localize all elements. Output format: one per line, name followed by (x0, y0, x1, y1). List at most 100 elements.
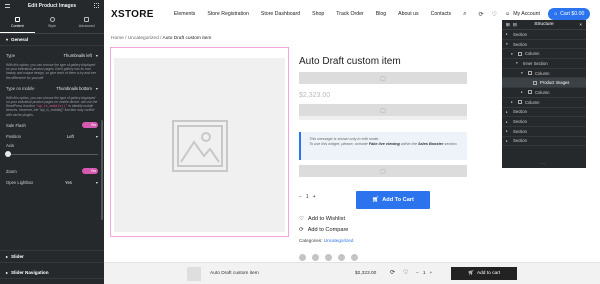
zoom-row: Zoom Yes (0, 166, 104, 177)
quantity-decrease-button[interactable]: − (299, 194, 302, 200)
position-select[interactable]: Left ▾ (67, 134, 98, 139)
product-image-placeholder[interactable] (114, 58, 285, 232)
navigator-item[interactable]: Product Images (502, 78, 586, 89)
navigator-item-label: Section (513, 41, 527, 47)
compare-icon[interactable]: ⟳ (390, 269, 395, 276)
sticky-product-thumbnail (187, 267, 201, 281)
nav-item-about-us[interactable]: About us (398, 11, 418, 17)
tab-content[interactable]: Content (0, 12, 35, 33)
navigator-item[interactable]: ▾ Column (502, 49, 586, 60)
add-to-cart-button[interactable]: 🛒︎ Add To Cart (356, 191, 430, 209)
section-slider-toggle[interactable]: ▸ Slider (0, 250, 104, 263)
compare-icon: ⟳ (299, 227, 304, 233)
navigator-item[interactable]: ▸ Column (502, 88, 586, 98)
caret-right-icon[interactable]: ▸ (506, 110, 510, 114)
axis-slider[interactable] (5, 150, 98, 158)
caret-right-icon: ▸ (6, 270, 9, 275)
navigator-item[interactable]: ▸ Section (502, 127, 586, 137)
caret-right-icon[interactable]: ▸ (521, 90, 525, 94)
vk-icon[interactable] (325, 254, 332, 261)
collapse-all-icon[interactable]: ⊟ (513, 22, 517, 28)
caret-down-icon: ▾ (6, 37, 9, 42)
caret-right-icon[interactable]: ▸ (511, 100, 515, 104)
navigator-item[interactable]: ▾ Column (502, 69, 586, 79)
navigator-item[interactable]: ▾ Inner Section (502, 59, 586, 69)
nav-item-contacts[interactable]: Contacts (431, 11, 451, 17)
category-link[interactable]: Uncategorized (324, 238, 354, 243)
nav-item-store-registration[interactable]: Store Registration (207, 11, 249, 17)
quantity-decrease-button[interactable]: − (416, 271, 419, 276)
caret-down-icon[interactable]: ▾ (516, 61, 520, 65)
nav-item-track-order[interactable]: Track Order (336, 11, 363, 17)
add-to-compare-link[interactable]: ⟳ Add to Compare (299, 227, 348, 233)
navigator-item[interactable]: ▸ Section (502, 117, 586, 127)
sticky-quantity-value[interactable]: 1 (423, 271, 426, 276)
add-to-wishlist-link[interactable]: ♡ Add to Wishlist (299, 216, 345, 222)
caret-right-icon[interactable]: ▸ (506, 139, 510, 143)
caret-right-icon[interactable]: ▸ (506, 120, 510, 124)
quantity-increase-button[interactable]: + (313, 194, 316, 200)
quantity-value[interactable]: 1 (306, 194, 309, 200)
navigator-item-label: Column (535, 70, 550, 76)
site-logo[interactable]: XSTORE (111, 9, 154, 20)
compare-icon[interactable]: ⟳ (478, 11, 483, 18)
quantity-stepper[interactable]: − 1 + (299, 194, 316, 200)
tab-style-label: Style (48, 24, 56, 28)
type-select[interactable]: Thumbnails left ▾ (63, 53, 98, 58)
nav-item-shop[interactable]: Shop (312, 11, 324, 17)
wishlist-icon[interactable]: ♡ (492, 11, 497, 18)
caret-right-icon[interactable]: ▸ (506, 32, 510, 36)
facebook-icon[interactable] (299, 254, 306, 261)
wishlist-icon[interactable]: ♡ (403, 269, 408, 276)
sale-flash-toggle[interactable]: Yes (82, 122, 98, 129)
position-value: Left (66, 133, 74, 139)
menu-icon[interactable] (5, 4, 10, 8)
email-icon[interactable] (351, 254, 358, 261)
close-icon[interactable]: × (579, 22, 582, 27)
mobile-type-select[interactable]: Thumbnails bottom ▾ (56, 86, 98, 91)
section-slider-navigation-label: Slider Navigation (11, 270, 49, 275)
search-icon[interactable]: ⌕ (463, 11, 466, 18)
navigator-item[interactable]: ▸ Column (502, 98, 586, 108)
lightbox-label: Open Lightbox (6, 179, 34, 185)
navigator-item[interactable]: ▾ Section (502, 40, 586, 50)
section-slider-navigation-toggle[interactable]: ▸ Slider Navigation (0, 267, 104, 279)
social-share (299, 254, 358, 261)
axis-slider-handle[interactable] (5, 151, 11, 158)
caret-down-icon[interactable]: ▾ (511, 52, 515, 56)
pinterest-icon[interactable] (338, 254, 345, 261)
expand-all-icon[interactable]: ⊞ (506, 22, 510, 28)
tab-style[interactable]: Style (35, 12, 70, 33)
sticky-quantity-stepper[interactable]: − 1 + (416, 271, 432, 276)
sticky-add-to-cart-button[interactable]: 🛒︎ Add to cart (451, 267, 517, 280)
caret-down-icon[interactable]: ▾ (506, 42, 510, 46)
breadcrumb-category[interactable]: Uncategorized (128, 36, 159, 41)
nav-item-elements[interactable]: Elements (174, 11, 196, 17)
chevron-down-icon: ▾ (95, 85, 98, 91)
navigator-item[interactable]: ▸ Section (502, 108, 586, 118)
nav-item-store-dashboard[interactable]: Store Dashboard (261, 11, 300, 17)
palette-icon (49, 17, 55, 22)
navigator-resize-handle[interactable]: ··· (540, 161, 545, 167)
widget-placeholder-icon: ▢ (380, 75, 386, 82)
caret-right-icon[interactable]: ▸ (506, 129, 510, 133)
tab-advanced[interactable]: Advanced (69, 12, 104, 33)
panel-scrollbar[interactable] (101, 120, 103, 220)
account-link[interactable]: ☺ My Account (505, 11, 540, 17)
quantity-increase-button[interactable]: + (429, 271, 432, 276)
lightbox-select[interactable]: Yes ▾ (65, 180, 98, 185)
twitter-icon[interactable] (312, 254, 319, 261)
navigator-item[interactable]: ▸ Section (502, 137, 586, 147)
product-images-widget[interactable] (110, 47, 289, 237)
caret-down-icon[interactable]: ▾ (521, 71, 525, 75)
breadcrumb-home[interactable]: Home (111, 36, 124, 41)
section-general-toggle[interactable]: ▾ General (0, 34, 104, 46)
navigator-item-label: Column (525, 99, 540, 105)
nav-item-blog[interactable]: Blog (376, 11, 386, 17)
grid-icon[interactable] (94, 3, 99, 8)
navigator-item[interactable]: ▸ Section (502, 30, 586, 40)
cart-button[interactable]: ⌂ Cart $0.00 (548, 8, 591, 20)
navigator-header: ⊞ ⊟ Structure × (502, 20, 586, 30)
breadcrumb-current: Auto Draft custom item (162, 36, 212, 41)
zoom-toggle[interactable]: Yes (82, 168, 98, 175)
